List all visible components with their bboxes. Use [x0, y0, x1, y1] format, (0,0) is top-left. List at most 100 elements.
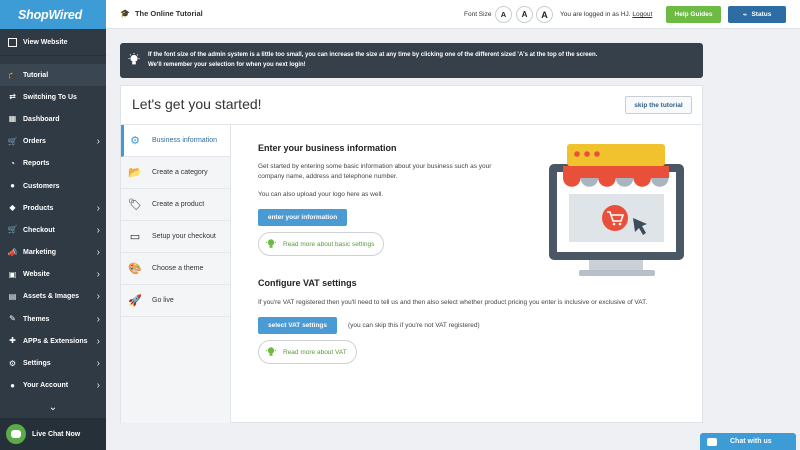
sidebar-item-orders[interactable]: 🛒 Orders ›	[0, 131, 106, 153]
graduation-cap-icon: 🎓	[7, 70, 18, 80]
view-website-label: View Website	[23, 39, 68, 46]
logo[interactable]: ShopWired	[0, 0, 106, 29]
reports-icon: ◔	[10, 158, 15, 168]
pulse-icon: ⌁	[742, 10, 748, 19]
graduation-cap-icon: 🎓	[120, 9, 130, 18]
sidebar-item-label: Reports	[23, 160, 50, 168]
page-title: 🎓 The Online Tutorial	[120, 9, 203, 18]
sidebar-item-settings[interactable]: ⚙ Settings ›	[0, 352, 106, 374]
live-chat-label: Live Chat Now	[32, 430, 81, 438]
logged-in-text: You are logged in as HJ.	[560, 11, 631, 18]
sidebar-item-your-account[interactable]: ● Your Account ›	[0, 375, 106, 397]
enter-information-button[interactable]: enter your information	[258, 209, 347, 226]
read-more-basic-label: Read more about basic settings	[283, 240, 375, 248]
step-business-information[interactable]: ⚙ Business information	[121, 125, 230, 157]
step-label: Create a product	[152, 201, 205, 208]
status-button[interactable]: ⌁ Status	[728, 6, 786, 23]
notice-line-2: We'll remember your selection for when y…	[148, 62, 306, 68]
lightbulb-icon	[266, 347, 276, 356]
lightbulb-icon	[128, 53, 140, 65]
step-choose-a-theme[interactable]: 🎨 Choose a theme	[121, 253, 230, 285]
sidebar-item-assets-images[interactable]: ▤ Assets & Images ›	[0, 286, 106, 308]
top-bar: 🎓 The Online Tutorial Font Size A A A Yo…	[106, 0, 800, 29]
sidebar-item-checkout[interactable]: 🛒 Checkout ›	[0, 219, 106, 241]
sidebar-item-label: Tutorial	[23, 71, 49, 79]
folder-icon: 📂	[128, 167, 142, 179]
sidebar-item-products[interactable]: ◆ Products ›	[0, 197, 106, 219]
products-icon: ◆	[9, 203, 16, 213]
chat-with-us-tab[interactable]: Chat with us	[700, 433, 796, 450]
font-size-small-button[interactable]: A	[495, 6, 512, 23]
sidebar-item-tutorial[interactable]: 🎓 Tutorial	[0, 64, 106, 87]
vat-skip-hint: (you can skip this if you're not VAT reg…	[348, 321, 480, 329]
step-label: Create a category	[152, 169, 208, 176]
orders-icon: 🛒	[7, 136, 18, 146]
sidebar-item-label: Settings	[23, 360, 51, 368]
sidebar-item-label: Checkout	[23, 226, 55, 234]
notice-line-1: If the font size of the admin system is …	[148, 52, 598, 58]
chevron-right-icon: ›	[96, 224, 100, 236]
sidebar-item-label: Orders	[23, 138, 46, 146]
sidebar-item-dashboard[interactable]: ▦ Dashboard	[0, 108, 106, 130]
sidebar-item-reports[interactable]: ◔ Reports	[0, 153, 106, 175]
lightbulb-icon	[266, 239, 276, 248]
sidebar-item-label: Customers	[23, 182, 60, 190]
help-guides-button[interactable]: Help Guides	[666, 6, 721, 23]
sidebar-item-label: Themes	[23, 315, 50, 323]
website-icon: ▣	[8, 269, 17, 279]
gear-icon: ⚙	[8, 358, 17, 368]
view-website-link[interactable]: View Website	[0, 30, 106, 56]
step-label: Business information	[152, 137, 217, 144]
sidebar-item-marketing[interactable]: 📣 Marketing ›	[0, 242, 106, 264]
font-size-medium-button[interactable]: A	[516, 6, 533, 23]
credit-card-icon: ▭	[129, 231, 141, 243]
switch-icon: ⇄	[9, 92, 16, 102]
sidebar-item-label: APPs & Extensions	[23, 337, 88, 345]
chevron-right-icon: ›	[96, 313, 100, 325]
font-size-label: Font Size	[464, 11, 492, 18]
shop-illustration	[549, 144, 684, 276]
chat-with-us-label: Chat with us	[730, 438, 772, 445]
chevron-right-icon: ›	[96, 291, 100, 303]
step-label: Go live	[152, 297, 174, 304]
card-title: Let's get you started!	[132, 96, 262, 112]
logout-link[interactable]: Logout	[632, 11, 652, 18]
step-setup-your-checkout[interactable]: ▭ Setup your checkout	[121, 221, 230, 253]
tutorial-steps: ⚙ Business information 📂 Create a category 🏷…	[121, 125, 231, 423]
sidebar-item-label: Assets & Images	[23, 293, 80, 301]
sidebar-item-customers[interactable]: ● Customers	[0, 175, 106, 197]
sidebar-item-label: Your Account	[23, 382, 69, 390]
card-header: Let's get you started! skip the tutorial	[121, 86, 702, 125]
font-size-large-button[interactable]: A	[536, 6, 553, 23]
checkout-icon: 🛒	[7, 225, 18, 235]
chat-bubble-icon	[6, 424, 26, 444]
live-chat-button[interactable]: Live Chat Now	[0, 418, 106, 450]
sidebar-item-website[interactable]: ▣ Website ›	[0, 264, 106, 286]
sidebar-item-apps-extensions[interactable]: ✚ APPs & Extensions ›	[0, 330, 106, 352]
business-description: Get started by entering some basic infor…	[258, 163, 492, 180]
read-more-basic-settings-link[interactable]: Read more about basic settings	[258, 232, 385, 256]
chevron-down-icon[interactable]: ⌄	[0, 402, 106, 413]
step-create-a-product[interactable]: 🏷 Create a product	[121, 189, 230, 221]
select-vat-settings-button[interactable]: select VAT settings	[258, 317, 337, 334]
step-go-live[interactable]: 🚀 Go live	[121, 285, 230, 317]
sidebar: ShopWired View Website 🎓 Tutorial ⇄ Switchi…	[0, 0, 106, 450]
chevron-right-icon: ›	[96, 202, 100, 214]
tag-icon: 🏷	[128, 199, 142, 211]
customers-icon: ●	[10, 181, 15, 191]
chevron-right-icon: ›	[96, 136, 100, 148]
user-icon: ●	[10, 380, 15, 390]
chevron-right-icon: ›	[96, 358, 100, 370]
vat-description: If you're VAT registered then you'll nee…	[258, 299, 648, 306]
sidebar-item-label: Dashboard	[23, 115, 60, 123]
page-title-text: The Online Tutorial	[134, 9, 203, 18]
skip-tutorial-button[interactable]: skip the tutorial	[625, 96, 692, 114]
apps-icon: ✚	[9, 336, 16, 346]
sidebar-item-switching-to-us[interactable]: ⇄ Switching To Us	[0, 86, 106, 108]
step-label: Choose a theme	[152, 265, 204, 272]
step-create-a-category[interactable]: 📂 Create a category	[121, 157, 230, 189]
read-more-vat-link[interactable]: Read more about VAT	[258, 340, 357, 364]
chevron-right-icon: ›	[96, 380, 100, 392]
sidebar-item-themes[interactable]: ✎ Themes ›	[0, 308, 106, 330]
sidebar-nav: 🎓 Tutorial ⇄ Switching To Us ▦ Dashboard 🛒 Orde…	[0, 64, 106, 397]
